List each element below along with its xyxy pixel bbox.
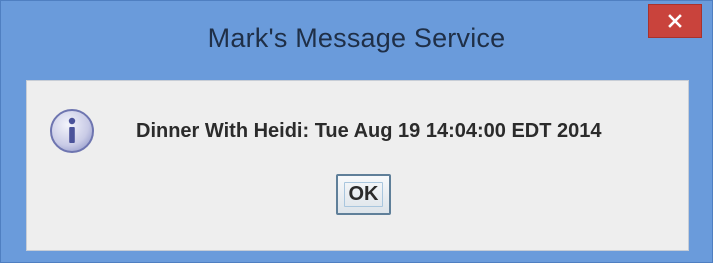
dialog-content: Dinner With Heidi: Tue Aug 19 14:04:00 E… — [26, 80, 689, 251]
message-text: Dinner With Heidi: Tue Aug 19 14:04:00 E… — [136, 120, 602, 142]
window-title: Mark's Message Service — [207, 23, 506, 53]
ok-button-label: OK — [348, 183, 379, 205]
info-icon — [50, 109, 94, 153]
ok-button[interactable]: OK — [336, 174, 391, 215]
title-bar[interactable]: Mark's Message Service — [1, 1, 712, 80]
close-icon — [668, 14, 682, 28]
close-button[interactable] — [648, 4, 702, 38]
dialog-window: Mark's Message Service Dinner With Heidi… — [0, 0, 713, 263]
